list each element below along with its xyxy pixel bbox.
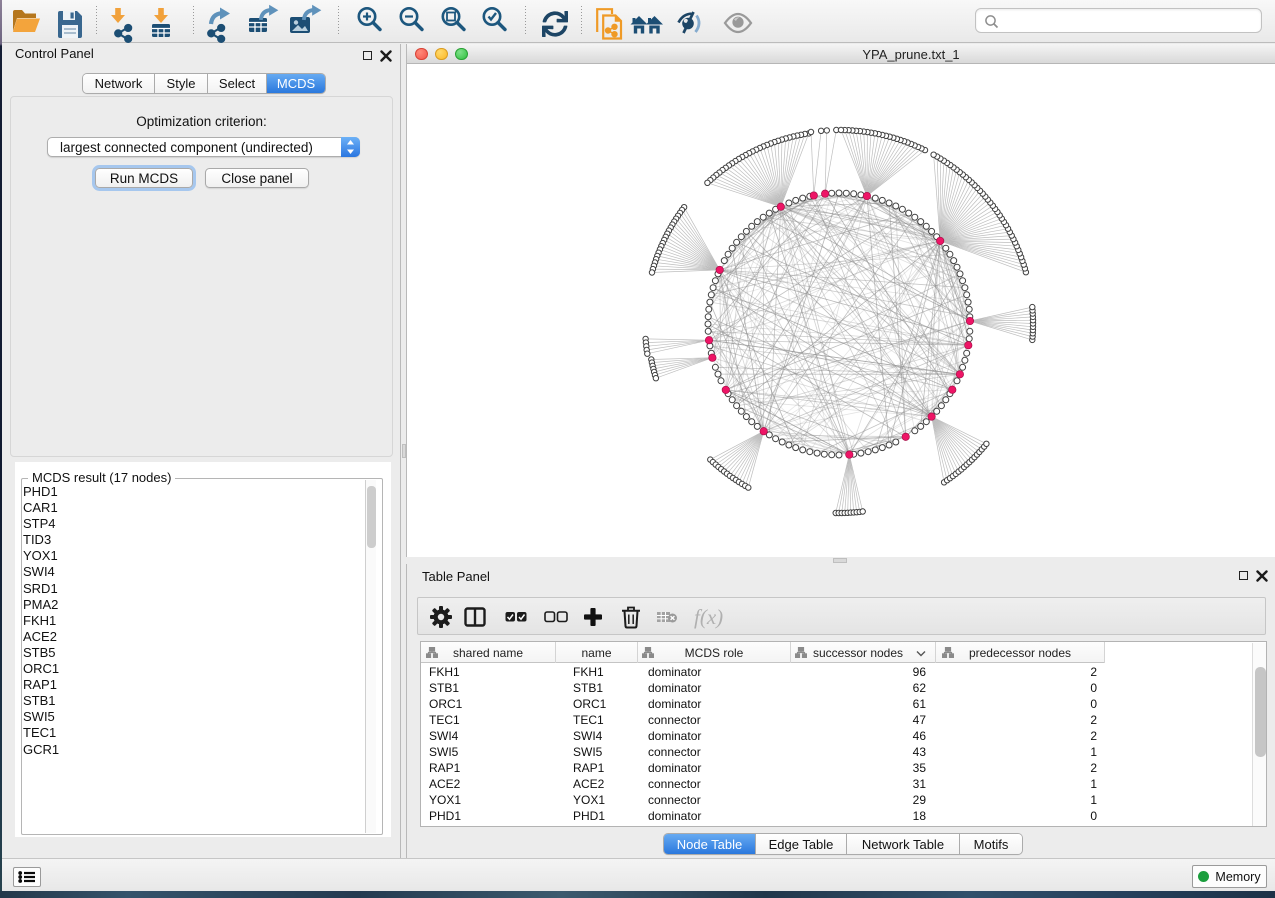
- svg-text:f(x): f(x): [694, 605, 723, 629]
